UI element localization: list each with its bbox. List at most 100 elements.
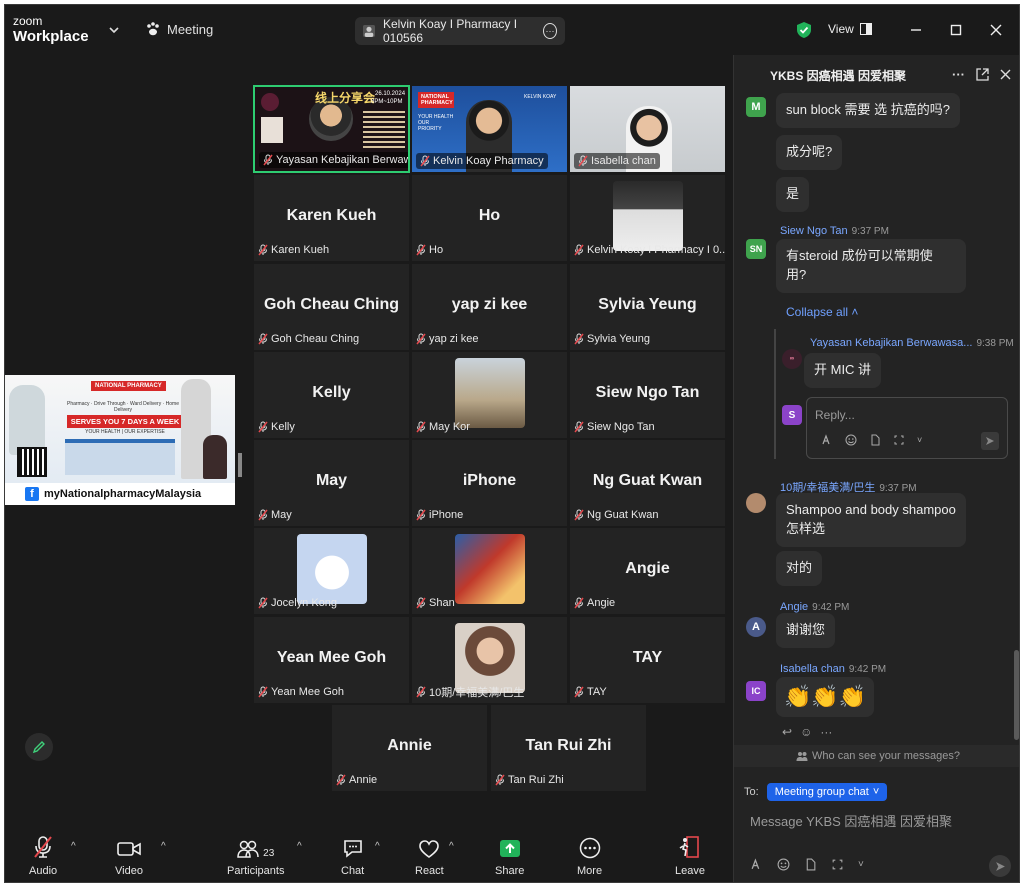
participant-tile[interactable]: iPhone iPhone	[411, 439, 568, 527]
logo-text-top: zoom	[13, 14, 43, 28]
video-button[interactable]: Video	[115, 833, 143, 877]
participant-tile[interactable]: Yean Mee Goh Yean Mee Goh	[253, 616, 410, 704]
send-message-button[interactable]	[989, 855, 1011, 877]
view-button[interactable]: View	[828, 22, 872, 36]
add-reaction-icon[interactable]: ☺	[800, 725, 812, 739]
participant-label-text: Tan Rui Zhi	[508, 774, 564, 786]
avatar[interactable]: SN	[746, 239, 766, 259]
recipient-select[interactable]: Meeting group chat ˅	[766, 783, 888, 801]
video-label: Video	[115, 865, 143, 877]
participant-tile[interactable]: Isabella chan	[569, 85, 726, 173]
participant-label-text: May	[271, 509, 292, 521]
avatar[interactable]: S	[782, 405, 802, 425]
poster-title: 线上分享会	[315, 91, 376, 105]
participant-tile[interactable]: Kelvin Koay I Pharmacy I 0...	[569, 174, 726, 262]
participant-tile[interactable]: Shan	[411, 527, 568, 615]
screenshot-icon[interactable]	[831, 858, 844, 871]
collapse-all-link[interactable]: Collapse all ˄	[786, 305, 858, 319]
participant-tile[interactable]: Goh Cheau Ching Goh Cheau Ching	[253, 263, 410, 351]
shield-check-icon[interactable]	[795, 21, 813, 39]
audio-button[interactable]: Audio	[29, 833, 57, 877]
react-button[interactable]: React	[415, 833, 444, 877]
participants-options-caret[interactable]: ^	[297, 841, 302, 852]
more-icon[interactable]: ···	[543, 23, 558, 39]
leave-button[interactable]: Leave	[675, 833, 705, 877]
meeting-label: Meeting	[167, 21, 214, 37]
emoji-icon[interactable]	[777, 858, 790, 871]
participant-tile[interactable]: Tan Rui Zhi Tan Rui Zhi	[490, 704, 647, 792]
reply-input[interactable]: Reply... ˅	[806, 397, 1008, 459]
participant-tile[interactable]: 10期/幸福美满/巴生	[411, 616, 568, 704]
chevron-down-icon[interactable]: ˅	[917, 435, 922, 445]
participant-tile[interactable]: Kelly Kelly	[253, 351, 410, 439]
scrollbar[interactable]	[1014, 650, 1019, 740]
view-label: View	[828, 22, 854, 36]
chevron-down-icon[interactable]: ˅	[858, 859, 864, 870]
participant-tile[interactable]: May May	[253, 439, 410, 527]
chat-message: 开 MIC 讲	[804, 353, 882, 388]
participant-tile[interactable]: 线上分享会 26.10.2024 8PM~10PM Yayasan Kebajikan…	[253, 85, 410, 173]
chat-button[interactable]: Chat	[341, 833, 364, 877]
participant-label-text: Kelly	[271, 421, 295, 433]
participant-tile[interactable]: Sylvia Yeung Sylvia Yeung	[569, 263, 726, 351]
participant-label: Kelvin Koay I Pharmacy I 0...	[574, 242, 725, 258]
avatar[interactable]	[746, 493, 766, 513]
avatar[interactable]: ∞	[782, 349, 802, 369]
react-options-caret[interactable]: ^	[449, 841, 454, 852]
chat-message: 谢谢您	[776, 613, 836, 648]
participant-tile[interactable]: TAY TAY	[569, 616, 726, 704]
participant-tile[interactable]: Karen Kueh Karen Kueh	[253, 174, 410, 262]
mic-muted-icon	[574, 244, 584, 256]
participant-tile[interactable]: Ng Guat Kwan Ng Guat Kwan	[569, 439, 726, 527]
audio-options-caret[interactable]: ^	[71, 841, 76, 852]
share-button[interactable]: Share	[495, 833, 524, 877]
minimize-icon[interactable]	[901, 17, 931, 43]
participant-tile[interactable]: Angie Angie	[569, 527, 726, 615]
chat-options-caret[interactable]: ^	[375, 841, 380, 852]
meeting-button[interactable]: Meeting	[145, 21, 213, 37]
participant-tile[interactable]: yap zi kee yap zi kee	[411, 263, 568, 351]
participant-tile[interactable]: Jocelyn Kong	[253, 527, 410, 615]
emoji-icon[interactable]	[845, 434, 857, 446]
participant-tile[interactable]: Ho Ho	[411, 174, 568, 262]
format-icon[interactable]	[750, 858, 763, 871]
send-reply-button[interactable]	[981, 432, 999, 450]
reply-icon[interactable]: ↩	[782, 725, 792, 739]
avatar[interactable]: A	[746, 617, 766, 637]
message-input[interactable]: Message YKBS 因癌相遇 因爱相聚	[750, 811, 952, 830]
close-chat-icon[interactable]	[1000, 69, 1011, 80]
maximize-icon[interactable]	[941, 17, 971, 43]
pop-out-icon[interactable]	[976, 68, 989, 81]
avatar[interactable]: M	[746, 97, 766, 117]
participants-button[interactable]: 23 Participants	[227, 833, 284, 877]
mic-muted-icon	[258, 686, 268, 698]
more-button[interactable]: More	[577, 833, 602, 877]
host-info-pill[interactable]: Kelvin Koay I Pharmacy I 010566 ···	[355, 17, 565, 45]
file-icon[interactable]	[869, 434, 881, 446]
participant-tile[interactable]: Siew Ngo Tan Siew Ngo Tan	[569, 351, 726, 439]
participant-name: Karen Kueh	[286, 207, 377, 225]
avatar[interactable]: IC	[746, 681, 766, 701]
who-can-see-link[interactable]: Who can see your messages?	[734, 745, 1019, 767]
participant-label-text: yap zi kee	[429, 333, 479, 345]
participant-tile[interactable]: NATIONAL PHARMACY YOUR HEALTH OUR PRIORIT…	[411, 85, 568, 173]
resize-handle[interactable]	[238, 453, 242, 477]
participant-name: Kelly	[312, 384, 351, 402]
chat-message: 对的	[776, 551, 823, 586]
sender-name: Yayasan Kebajikan Berwawasa...	[810, 337, 973, 349]
file-icon[interactable]	[804, 858, 817, 871]
video-options-caret[interactable]: ^	[161, 841, 166, 852]
sender-name: Isabella chan	[780, 663, 845, 675]
participant-tile[interactable]: Annie Annie	[331, 704, 488, 792]
participant-tile[interactable]: May Kor	[411, 351, 568, 439]
screenshot-icon[interactable]	[893, 434, 905, 446]
format-icon[interactable]	[821, 434, 833, 446]
chevron-down-icon[interactable]	[107, 23, 121, 37]
annotate-button[interactable]	[25, 733, 53, 761]
participant-name: Tan Rui Zhi	[525, 737, 612, 755]
more-options-icon[interactable]: ···	[820, 725, 832, 739]
close-icon[interactable]	[981, 17, 1011, 43]
participant-label: iPhone	[416, 507, 467, 523]
more-options-icon[interactable]: ···	[952, 67, 965, 82]
shared-content-thumbnail[interactable]: NATIONAL PHARMACY Pharmacy · Drive Throu…	[5, 375, 235, 505]
